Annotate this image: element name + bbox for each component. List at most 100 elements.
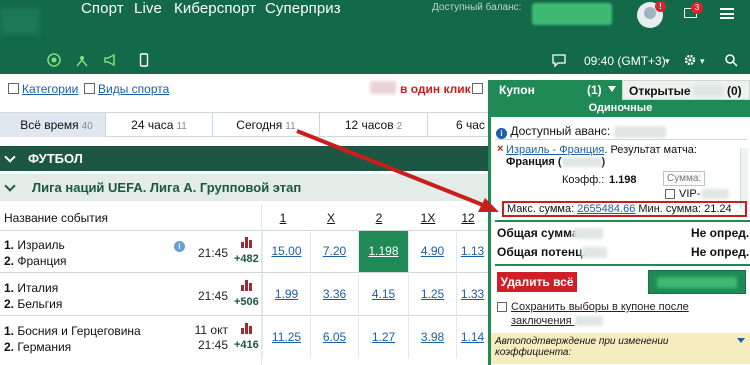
odd-cell[interactable]: 3.98 xyxy=(408,317,456,358)
sport-title: ФУТБОЛ xyxy=(28,151,83,166)
nav-live[interactable]: Live xyxy=(134,0,162,17)
chevron-down-icon[interactable] xyxy=(4,151,16,163)
one-click-checkbox[interactable] xyxy=(472,83,483,94)
vip-checkbox[interactable] xyxy=(665,189,675,199)
vip-label-suffix xyxy=(701,189,729,199)
odd-cell[interactable]: 1.14 xyxy=(456,317,488,358)
more-markets-count[interactable]: +416 xyxy=(234,339,259,351)
odd-cell[interactable]: 3.36 xyxy=(310,274,358,315)
team-home[interactable]: 1. Израиль xyxy=(4,238,65,252)
tab-12h[interactable]: 12 часов 2 xyxy=(320,113,428,137)
team-away[interactable]: 2. Франция xyxy=(4,254,67,268)
event-date: 11 окт xyxy=(194,323,228,337)
more-markets-count[interactable]: +506 xyxy=(234,296,259,308)
logo[interactable] xyxy=(0,8,40,34)
nav-sport[interactable]: Спорт xyxy=(81,0,124,17)
chevron-down-icon[interactable] xyxy=(608,86,616,92)
potential-label: Общая потенц. xyxy=(497,245,586,259)
sports-link[interactable]: Виды спорта xyxy=(98,82,169,96)
sports-checkbox[interactable] xyxy=(84,83,95,94)
team-away[interactable]: 2. Бельгия xyxy=(4,297,62,311)
nav-superprize[interactable]: Суперприз xyxy=(265,0,341,17)
menu-icon[interactable] xyxy=(720,8,734,19)
record-icon[interactable] xyxy=(47,53,61,67)
tab-today[interactable]: Сегодня 11 xyxy=(213,113,320,137)
bet-slip-event: Израиль - Франция. Результат матча: xyxy=(506,144,734,156)
broadcast-icon[interactable] xyxy=(75,53,89,67)
sport-header[interactable]: ФУТБОЛ xyxy=(0,146,488,171)
odd-cell[interactable]: 1.13 xyxy=(456,231,488,272)
chat-icon[interactable] xyxy=(552,53,566,67)
event-time: 21:45 xyxy=(197,246,228,260)
chevron-down-icon[interactable]: ▾ xyxy=(665,56,670,67)
tab-coupon[interactable]: Купон (1) xyxy=(491,80,622,100)
stats-icon[interactable] xyxy=(241,237,253,248)
max-sum-value[interactable]: 2655484.66 xyxy=(577,203,635,215)
team-home[interactable]: 1. Босния и Герцеговина xyxy=(4,324,141,338)
info-icon: i xyxy=(496,128,507,139)
stats-icon[interactable] xyxy=(241,323,253,334)
col-1-header[interactable]: 1 xyxy=(263,211,303,225)
auto-confirm-dropdown[interactable]: Автоподтверждение при изменении коэффици… xyxy=(491,333,750,364)
odd-cell[interactable]: 4.15 xyxy=(358,274,408,315)
odds-column-header: Название события 1 X 2 1X 12 xyxy=(0,204,488,231)
odd-cell[interactable]: 4.90 xyxy=(408,231,456,272)
col-x-header[interactable]: X xyxy=(311,211,351,225)
timezone-label[interactable]: 09:40 (GMT+3) xyxy=(584,54,666,68)
more-markets-count[interactable]: +482 xyxy=(234,253,259,265)
one-click-label: в один клик xyxy=(400,82,471,96)
chevron-down-icon[interactable] xyxy=(737,338,745,343)
balance-label: Доступный баланс: xyxy=(432,2,522,13)
tab-6h[interactable]: 6 час xyxy=(428,113,488,137)
odd-cell[interactable]: 1.33 xyxy=(456,274,488,315)
odd-cell[interactable]: 6.05 xyxy=(310,317,358,358)
chevron-down-icon[interactable]: ▾ xyxy=(700,56,705,67)
megaphone-icon[interactable] xyxy=(103,53,117,67)
stats-icon[interactable] xyxy=(241,280,253,291)
coupon-scrollbar[interactable] xyxy=(740,148,748,209)
top-header: Спорт Live Киберспорт Суперприз Доступны… xyxy=(0,0,750,48)
event-name-header: Название события xyxy=(4,211,108,225)
save-choices-label[interactable]: Сохранить выборы в купоне после заключен… xyxy=(511,300,717,328)
odd-cell[interactable]: 1.27 xyxy=(358,317,408,358)
table-row: 1. Италия 2. Бельгия 21:45 +506 1.99 3.3… xyxy=(0,274,488,316)
potential-value: Не опред. xyxy=(691,245,750,259)
odd-cell-selected[interactable]: 1.198 xyxy=(358,231,408,272)
balance-value xyxy=(532,3,612,25)
chevron-down-icon[interactable] xyxy=(4,180,16,192)
odd-cell[interactable]: 15.00 xyxy=(262,231,310,272)
mobile-icon[interactable] xyxy=(137,53,151,67)
gear-icon[interactable] xyxy=(683,53,697,67)
categories-link[interactable]: Категории xyxy=(22,82,78,96)
nav-esports[interactable]: Киберспорт xyxy=(174,0,256,17)
categories-checkbox[interactable] xyxy=(8,83,19,94)
odd-cell[interactable]: 11.25 xyxy=(262,317,310,358)
event-time: 21:45 xyxy=(197,289,228,303)
avatar-alert-badge: ! xyxy=(655,1,666,12)
bet-market: . Результат матча: xyxy=(604,144,697,156)
place-bet-button[interactable] xyxy=(648,270,746,294)
tab-open-bets[interactable]: Открытые (0) xyxy=(622,80,750,100)
tab-all-time[interactable]: Всё время 40 xyxy=(0,113,106,137)
table-row: 1. Израиль 2. Франция i 21:45 +482 15.00… xyxy=(0,231,488,273)
odd-cell[interactable]: 1.25 xyxy=(408,274,456,315)
odd-cell[interactable]: 1.99 xyxy=(262,274,310,315)
tab-24h[interactable]: 24 часа 11 xyxy=(106,113,213,137)
stake-input[interactable] xyxy=(663,171,705,186)
team-away[interactable]: 2. Германия xyxy=(4,340,71,354)
available-advance-row: i Доступный аванс: xyxy=(496,124,666,139)
available-advance-label: Доступный аванс: xyxy=(510,124,611,138)
bet-event-link[interactable]: Израиль - Франция xyxy=(506,144,604,156)
col-2-header[interactable]: 2 xyxy=(359,211,399,225)
save-choices-checkbox[interactable] xyxy=(497,302,507,312)
team-home[interactable]: 1. Италия xyxy=(4,281,58,295)
col-1x-header[interactable]: 1X xyxy=(408,211,448,225)
total-sum-value: Не опред. xyxy=(691,226,750,240)
league-header[interactable]: Лига наций UEFA. Лига А. Групповой этап xyxy=(0,174,488,201)
delete-all-button[interactable]: Удалить всё xyxy=(497,272,577,292)
close-icon[interactable]: × xyxy=(497,143,503,155)
odd-cell[interactable]: 7.20 xyxy=(310,231,358,272)
search-icon[interactable] xyxy=(724,53,738,67)
col-12-header[interactable]: 12 xyxy=(448,211,488,225)
one-click-prefix xyxy=(370,81,396,94)
